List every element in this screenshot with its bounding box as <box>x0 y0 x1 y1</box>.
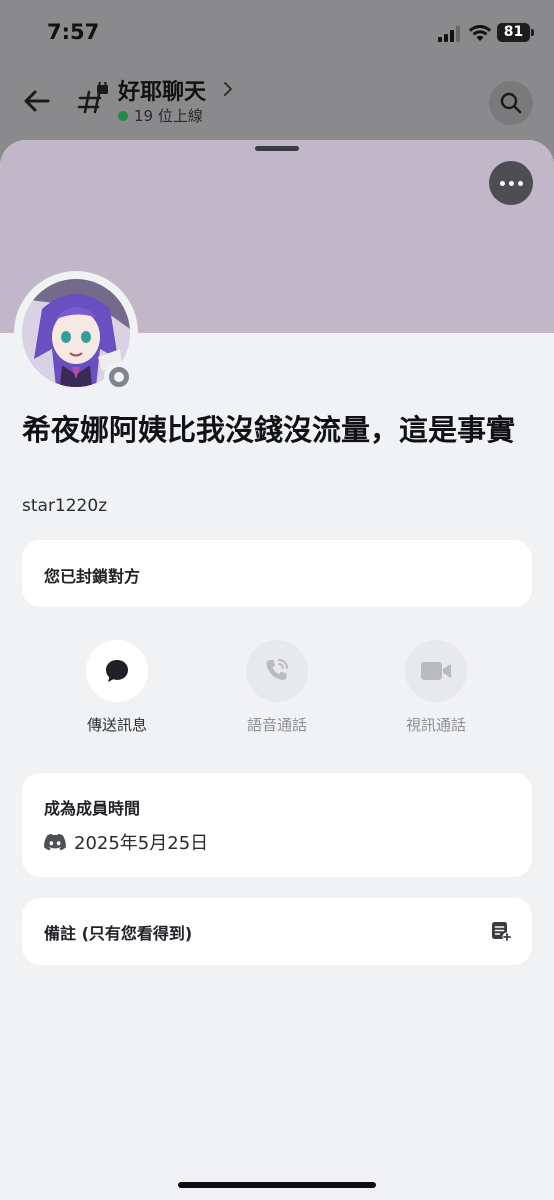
member-since-row: 2025年5月25日 <box>44 829 208 855</box>
note-label: 備註 (只有您看得到) <box>44 924 193 943</box>
more-options-button[interactable] <box>489 161 533 205</box>
video-call-button[interactable]: 視訊通話 <box>376 640 496 735</box>
profile-sheet: 希夜娜阿姨比我沒錢沒流量，這是事實 star1220z 您已封鎖對方 傳送訊息 … <box>0 140 554 1200</box>
send-message-button[interactable]: 傳送訊息 <box>57 640 177 735</box>
cellular-signal-icon <box>438 26 460 42</box>
battery-indicator: 81 <box>497 23 534 42</box>
video-call-circle[interactable] <box>405 640 467 702</box>
channel-name[interactable]: 好耶聊天 <box>118 74 206 106</box>
avatar-frame <box>14 271 138 395</box>
wifi-icon <box>468 25 492 41</box>
online-dot-icon <box>118 110 128 121</box>
send-message-circle[interactable] <box>86 640 148 702</box>
display-name: 希夜娜阿姨比我沒錢沒流量，這是事實 <box>22 413 516 447</box>
online-count-text: 19 位上線 <box>134 107 203 125</box>
back-arrow-icon[interactable] <box>22 86 52 116</box>
home-indicator[interactable] <box>178 1182 376 1188</box>
status-bar: 7:57 81 <box>0 0 554 64</box>
sheet-grabber[interactable] <box>255 146 299 151</box>
voice-call-label: 語音通話 <box>246 716 307 734</box>
more-dots-icon <box>499 180 505 186</box>
voice-call-button[interactable]: 語音通話 <box>217 640 337 735</box>
search-icon <box>500 92 522 114</box>
username: star1220z <box>22 496 108 516</box>
blocked-notice-text: 您已封鎖對方 <box>44 567 141 586</box>
chevron-right-icon[interactable] <box>222 80 234 98</box>
member-since-title: 成為成員時間 <box>44 799 141 818</box>
member-since-card: 成為成員時間 2025年5月25日 <box>22 773 532 877</box>
blocked-notice-card: 您已封鎖對方 <box>22 540 532 607</box>
send-message-label: 傳送訊息 <box>86 716 147 734</box>
video-camera-icon <box>421 662 451 680</box>
discord-logo-icon <box>44 833 66 851</box>
status-time: 7:57 <box>47 20 100 44</box>
phone-icon <box>266 659 288 680</box>
offline-status-icon <box>104 362 134 392</box>
video-call-label: 視訊通話 <box>405 716 466 734</box>
voice-call-circle[interactable] <box>246 640 308 702</box>
search-button[interactable] <box>489 81 533 125</box>
online-count: 19 位上線 <box>118 105 203 126</box>
add-note-icon[interactable] <box>490 920 512 942</box>
locked-channel-hash-icon <box>77 82 108 114</box>
chat-bubble-icon <box>106 660 128 682</box>
member-since-date: 2025年5月25日 <box>74 833 209 854</box>
note-card[interactable]: 備註 (只有您看得到) <box>22 898 532 965</box>
